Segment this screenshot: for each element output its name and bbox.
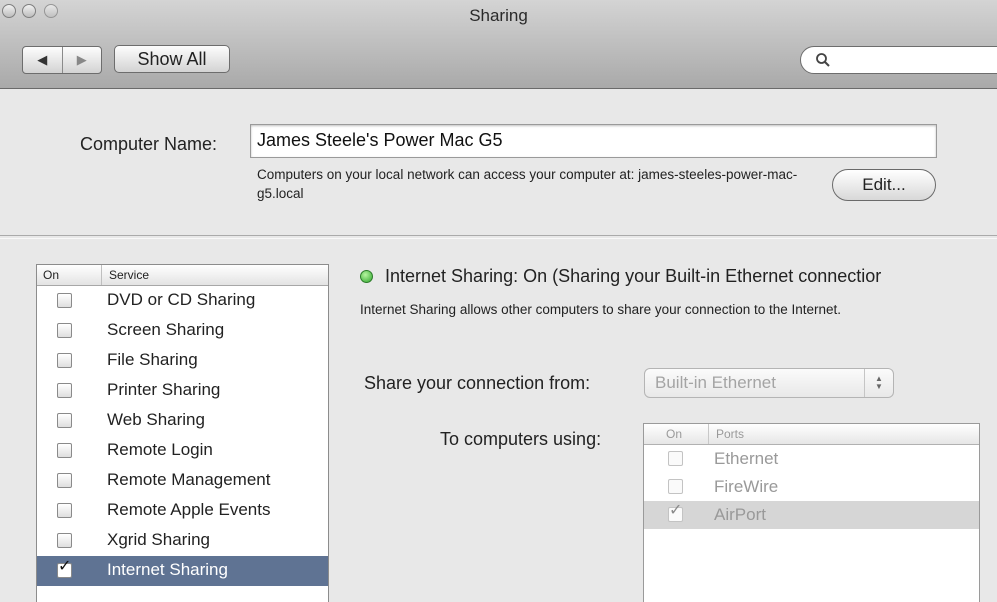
- window-title: Sharing: [469, 6, 528, 25]
- service-label: File Sharing: [107, 350, 198, 369]
- service-row-xgrid-sharing[interactable]: Xgrid Sharing: [37, 526, 328, 556]
- forward-button[interactable]: ▶: [61, 47, 102, 73]
- internet-sharing-description: Internet Sharing allows other computers …: [360, 302, 842, 317]
- share-from-label: Share your connection from:: [364, 373, 591, 393]
- service-label: Xgrid Sharing: [107, 530, 211, 549]
- popup-arrows-icon: ▲ ▼: [864, 369, 893, 397]
- checkmark-icon: ✓: [58, 558, 72, 575]
- internet-sharing-status: Internet Sharing: On (Sharing your Built…: [360, 266, 881, 287]
- to-computers-label: To computers using:: [440, 429, 602, 449]
- port-row-airport[interactable]: ✓ AirPort: [644, 501, 979, 529]
- ports-column-header-on[interactable]: On: [666, 427, 682, 441]
- service-checkbox[interactable]: ✓: [57, 559, 72, 578]
- service-row-dvd-or-cd-sharing[interactable]: DVD or CD Sharing: [37, 286, 328, 316]
- show-all-button[interactable]: Show All: [114, 45, 230, 73]
- service-checkbox[interactable]: [57, 503, 72, 518]
- service-row-printer-sharing[interactable]: Printer Sharing: [37, 376, 328, 406]
- service-checkbox[interactable]: [57, 323, 72, 338]
- service-checkbox[interactable]: [57, 293, 72, 308]
- service-label: DVD or CD Sharing: [107, 290, 256, 309]
- port-row-firewire[interactable]: FireWire: [644, 473, 979, 501]
- service-row-web-sharing[interactable]: Web Sharing: [37, 406, 328, 436]
- service-list: On Service DVD or CD Sharing Screen Shari…: [36, 264, 329, 602]
- port-label: Ethernet: [714, 449, 779, 468]
- column-separator: [101, 265, 102, 285]
- section-divider: [0, 235, 997, 239]
- service-checkbox[interactable]: [57, 353, 72, 368]
- service-row-remote-management[interactable]: Remote Management: [37, 466, 328, 496]
- ports-list-header: On Ports: [644, 424, 979, 445]
- checkmark-icon: ✓: [669, 502, 683, 519]
- sharing-window: Sharing ◀ ▶ Show All Computer Name: Jame…: [0, 0, 997, 602]
- port-label: AirPort: [714, 505, 766, 524]
- port-row-ethernet[interactable]: Ethernet: [644, 445, 979, 473]
- computer-name-description: Computers on your local network can acce…: [257, 167, 798, 201]
- status-indicator-icon: [360, 270, 373, 283]
- service-label: Web Sharing: [107, 410, 205, 429]
- back-arrow-icon: ◀: [37, 52, 48, 67]
- service-row-internet-sharing[interactable]: ✓ Internet Sharing: [37, 556, 328, 586]
- service-checkbox[interactable]: [57, 413, 72, 428]
- service-row-remote-login[interactable]: Remote Login: [37, 436, 328, 466]
- port-label: FireWire: [714, 477, 779, 496]
- service-row-remote-apple-events[interactable]: Remote Apple Events: [37, 496, 328, 526]
- share-from-value: Built-in Ethernet: [655, 373, 776, 392]
- port-checkbox[interactable]: [668, 451, 683, 466]
- back-forward-control: ◀ ▶: [22, 46, 102, 74]
- service-label: Remote Login: [107, 440, 213, 459]
- service-checkbox[interactable]: [57, 533, 72, 548]
- service-label: Screen Sharing: [107, 320, 225, 339]
- service-checkbox[interactable]: [57, 473, 72, 488]
- service-row-screen-sharing[interactable]: Screen Sharing: [37, 316, 328, 346]
- ports-column-header-ports[interactable]: Ports: [716, 427, 744, 441]
- computer-name-field[interactable]: James Steele's Power Mac G5: [250, 124, 937, 158]
- service-label: Printer Sharing: [107, 380, 221, 399]
- port-checkbox[interactable]: ✓: [668, 503, 683, 522]
- search-icon: [816, 53, 830, 67]
- service-row-file-sharing[interactable]: File Sharing: [37, 346, 328, 376]
- computer-name-label: Computer Name:: [80, 134, 218, 154]
- service-list-header: On Service: [37, 265, 328, 286]
- column-header-on[interactable]: On: [43, 268, 59, 282]
- back-button[interactable]: ◀: [23, 47, 62, 73]
- service-checkbox[interactable]: [57, 383, 72, 398]
- service-label: Remote Management: [107, 470, 271, 489]
- column-separator: [708, 424, 709, 444]
- toolbar: Sharing ◀ ▶ Show All: [0, 0, 997, 89]
- ports-list: On Ports Ethernet FireWire ✓ AirPort: [643, 423, 980, 602]
- column-header-service[interactable]: Service: [109, 268, 149, 282]
- search-field[interactable]: [800, 46, 997, 74]
- service-label: Remote Apple Events: [107, 500, 271, 519]
- service-label: Internet Sharing: [107, 560, 228, 579]
- share-from-popup[interactable]: Built-in Ethernet ▲ ▼: [644, 368, 894, 398]
- edit-button[interactable]: Edit...: [832, 169, 936, 201]
- service-checkbox[interactable]: [57, 443, 72, 458]
- forward-arrow-icon: ▶: [76, 52, 87, 67]
- port-checkbox[interactable]: [668, 479, 683, 494]
- status-text: Internet Sharing: On (Sharing your Built…: [385, 266, 882, 286]
